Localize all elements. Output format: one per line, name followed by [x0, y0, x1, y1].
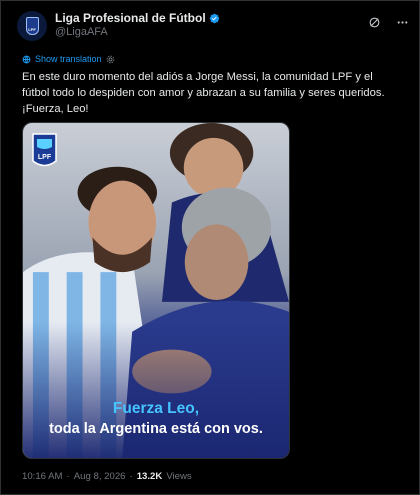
gear-icon[interactable] [106, 55, 115, 64]
caption-line2: toda la Argentina está con vos. [49, 421, 263, 437]
tweet-date[interactable]: Aug 8, 2026 [74, 471, 126, 482]
tweet-time[interactable]: 10:16 AM [22, 471, 63, 482]
handle[interactable]: @LigaAFA [55, 25, 220, 39]
tweet-text: En este duro momento del adiós a Jorge M… [22, 69, 410, 117]
meta-separator: · [129, 471, 133, 482]
tweet-text-line: En este duro momento del adiós a Jorge M… [22, 71, 373, 83]
tweet-meta: 10:16 AM · Aug 8, 2026 · 13.2K Views [22, 471, 192, 482]
meta-separator: · [66, 471, 70, 482]
more-options-icon[interactable] [395, 15, 409, 29]
display-name-row: Liga Profesional de Fútbol [55, 11, 220, 25]
grok-icon[interactable] [367, 15, 381, 29]
views-label: Views [166, 471, 192, 482]
header-actions [367, 11, 409, 29]
show-translation-link[interactable]: Show translation [35, 54, 102, 64]
verified-badge-icon [209, 13, 219, 23]
show-translation-row: Show translation [22, 54, 115, 64]
tweet-header: LPF Liga Profesional de Fútbol @LigaAFA [17, 11, 409, 41]
media-caption: Fuerza Leo, toda la Argentina está con v… [23, 399, 289, 439]
account-names: Liga Profesional de Fútbol @LigaAFA [55, 11, 220, 39]
tweet-text-line: ¡Fuerza, Leo! [22, 103, 89, 115]
lpf-logo-text: LPF [38, 154, 52, 161]
tweet-media[interactable]: LPF Fuerza Leo, toda la Argentina está c… [22, 122, 290, 459]
views-count: 13.2K [136, 471, 163, 482]
lpf-logo: LPF [32, 133, 57, 167]
avatar-logo: LPF [25, 17, 39, 35]
display-name[interactable]: Liga Profesional de Fútbol [55, 11, 206, 25]
caption-line1: Fuerza Leo, [112, 400, 200, 417]
tweet-text-line: fútbol todo lo despiden con amor y abraz… [22, 87, 385, 99]
tweet-card: LPF Liga Profesional de Fútbol @LigaAFA [0, 0, 420, 495]
globe-icon [22, 55, 31, 63]
avatar[interactable]: LPF [17, 11, 47, 41]
